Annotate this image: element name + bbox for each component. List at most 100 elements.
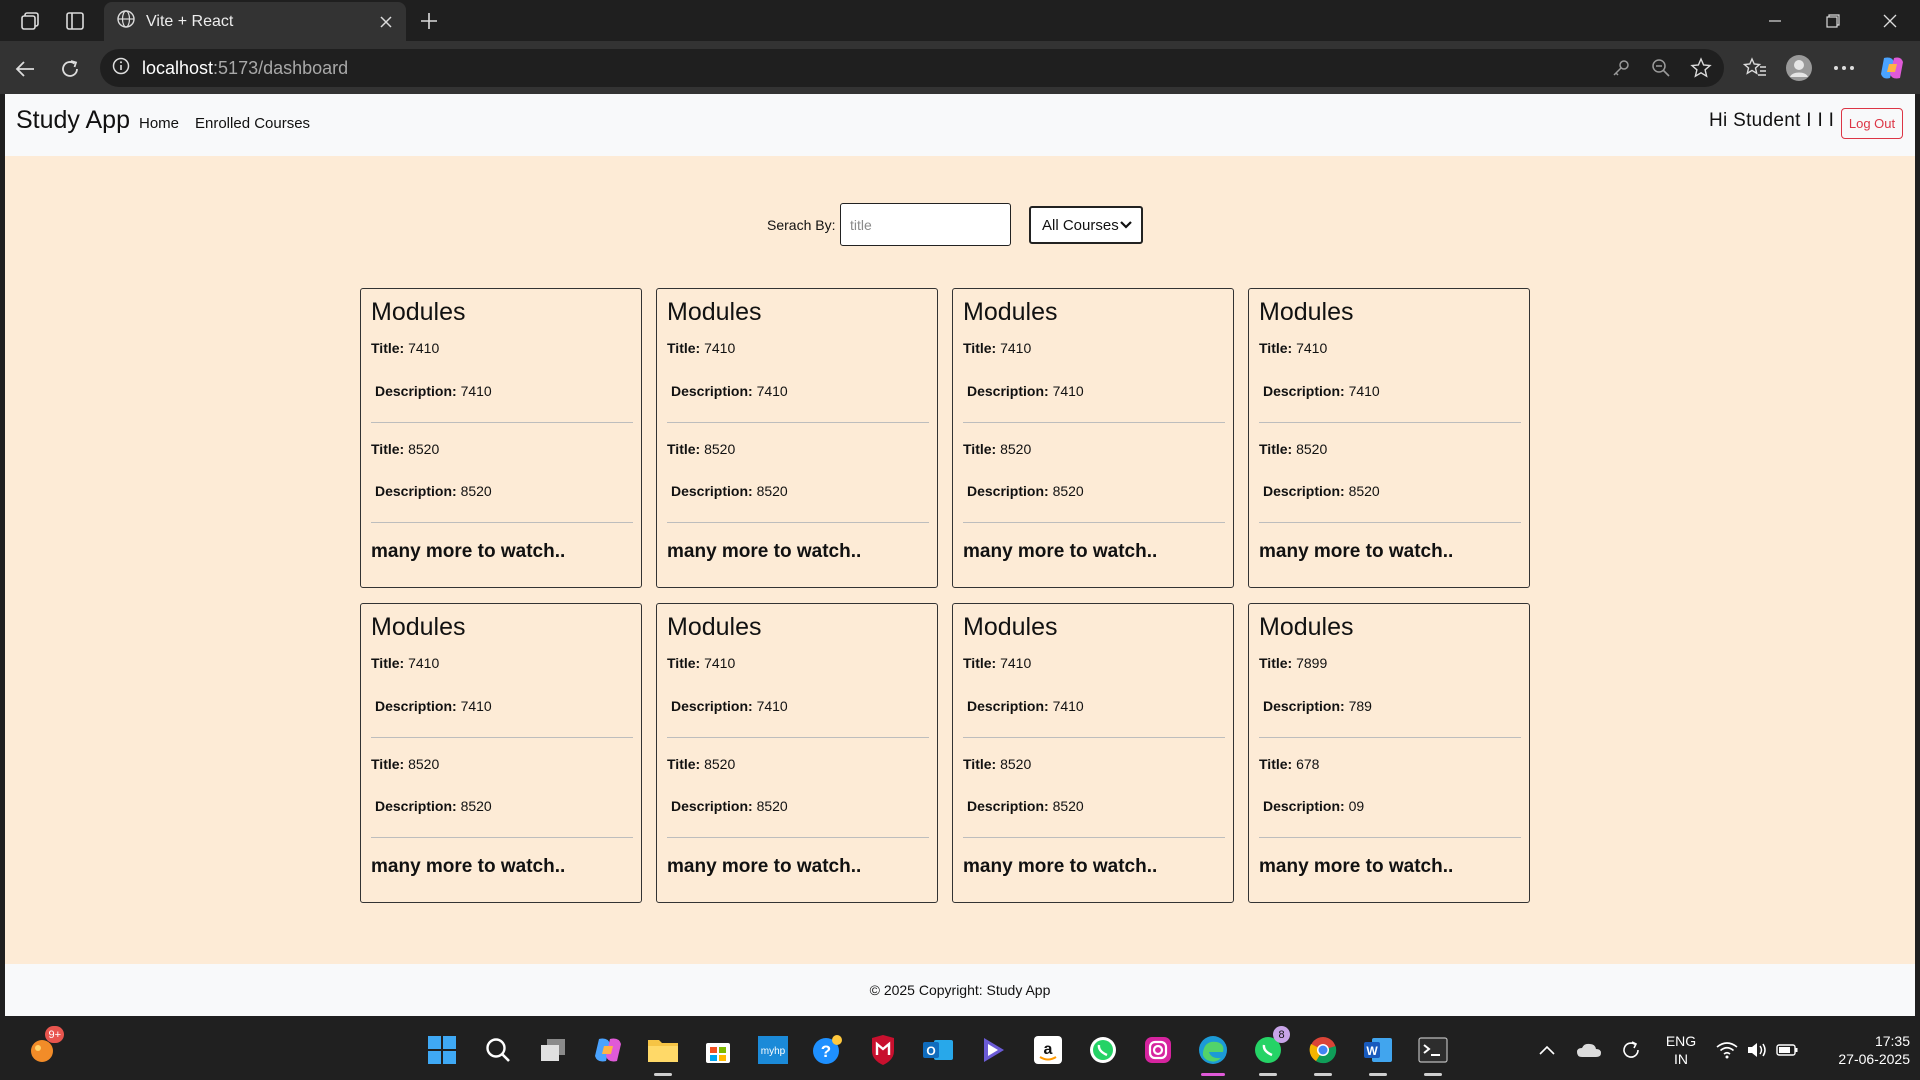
battery-icon[interactable]: [1773, 1032, 1801, 1068]
course-card: Modules Title: 7410 Description: 7410 Ti…: [656, 603, 938, 903]
chevron-down-icon: [1120, 221, 1132, 229]
module-description: Description: 8520: [671, 798, 788, 814]
wifi-icon[interactable]: [1713, 1032, 1741, 1068]
logout-button[interactable]: Log Out: [1841, 108, 1903, 139]
clock[interactable]: 17:35 27-06-2025: [1810, 1032, 1910, 1068]
module-title: Title: 8520: [667, 756, 736, 772]
card-heading: Modules: [1259, 298, 1354, 326]
more-to-watch-text: many more to watch..: [371, 856, 566, 877]
clock-date: 27-06-2025: [1838, 1051, 1910, 1067]
task-view-icon[interactable]: [535, 1032, 571, 1068]
vertical-tabs-icon[interactable]: [61, 8, 89, 34]
card-heading: Modules: [371, 298, 466, 326]
clock-time: 17:35: [1874, 1033, 1910, 1049]
brand-logo[interactable]: Study App: [16, 106, 130, 135]
course-filter-select[interactable]: All Courses: [1029, 206, 1143, 244]
sync-icon[interactable]: [1617, 1032, 1645, 1068]
close-window-icon[interactable]: [1862, 0, 1918, 41]
site-info-icon[interactable]: [112, 57, 130, 80]
outlook-icon[interactable]: O: [920, 1032, 956, 1068]
more-to-watch-text: many more to watch..: [667, 856, 862, 877]
terminal-icon[interactable]: [1415, 1032, 1451, 1076]
widgets-badge: 9+: [45, 1026, 64, 1043]
copilot-icon[interactable]: [1876, 52, 1908, 84]
profile-avatar-icon[interactable]: [1783, 52, 1815, 84]
more-to-watch-text: many more to watch..: [371, 541, 566, 562]
volume-icon[interactable]: [1743, 1032, 1771, 1068]
search-icon[interactable]: [480, 1032, 516, 1068]
module-description: Description: 789: [1263, 698, 1372, 714]
nav-link-enrolled-courses[interactable]: Enrolled Courses: [195, 115, 310, 132]
copilot-app-icon[interactable]: [590, 1032, 626, 1068]
more-options-icon[interactable]: [1828, 52, 1860, 84]
divider: [963, 737, 1225, 738]
module-description: Description: 7410: [671, 383, 788, 399]
card-heading: Modules: [667, 613, 762, 641]
user-greeting: Hi Student I I I: [1709, 110, 1835, 131]
chevron-up-icon[interactable]: [1535, 1032, 1559, 1068]
divider: [1259, 737, 1521, 738]
module-description: Description: 8520: [375, 798, 492, 814]
module-description: Description: 8520: [375, 483, 492, 499]
page-footer: © 2025 Copyright: Study App: [5, 964, 1915, 1016]
page-viewport: Study App Home Enrolled Courses Hi Stude…: [5, 94, 1915, 1016]
browser-tab[interactable]: Vite + React: [104, 2, 406, 41]
myhp-icon[interactable]: myhp: [755, 1032, 791, 1068]
module-description: Description: 7410: [375, 383, 492, 399]
input-language[interactable]: ENG IN: [1660, 1032, 1702, 1068]
favorites-icon[interactable]: [1739, 52, 1771, 84]
svg-text:a: a: [1044, 1041, 1053, 1058]
help-icon[interactable]: ?: [810, 1032, 846, 1068]
search-label: Serach By:: [767, 217, 836, 233]
address-bar[interactable]: localhost:5173/dashboard: [100, 49, 1724, 87]
new-tab-icon[interactable]: [414, 6, 444, 36]
workspaces-icon[interactable]: [16, 8, 44, 34]
active-indicator: [1201, 1073, 1225, 1076]
module-title: Title: 7410: [667, 340, 736, 356]
onedrive-icon[interactable]: [1575, 1032, 1603, 1068]
nav-link-home[interactable]: Home: [139, 115, 179, 132]
divider: [667, 522, 929, 523]
url-path: :5173/dashboard: [213, 57, 349, 78]
whatsapp-icon[interactable]: [1085, 1032, 1121, 1068]
widgets-icon[interactable]: 9+: [24, 1026, 64, 1068]
amazon-icon[interactable]: a: [1030, 1032, 1066, 1068]
file-explorer-icon[interactable]: [645, 1032, 681, 1076]
more-to-watch-text: many more to watch..: [1259, 541, 1454, 562]
module-description: Description: 8520: [1263, 483, 1380, 499]
module-title: Title: 7410: [667, 655, 736, 671]
search-input[interactable]: [840, 203, 1011, 246]
language-code: ENG: [1665, 1033, 1697, 1049]
course-card: Modules Title: 7410 Description: 7410 Ti…: [360, 603, 642, 903]
copyright-text: © 2025 Copyright: Study App: [869, 982, 1051, 998]
instagram-icon[interactable]: [1140, 1032, 1176, 1068]
microsoft-store-icon[interactable]: [700, 1032, 736, 1068]
edge-browser-icon[interactable]: [1195, 1032, 1231, 1076]
url-text[interactable]: localhost:5173/dashboard: [142, 58, 348, 79]
course-card: Modules Title: 7410 Description: 7410 Ti…: [952, 288, 1234, 588]
word-icon[interactable]: W: [1360, 1032, 1396, 1076]
close-tab-icon[interactable]: [376, 12, 396, 32]
chrome-icon[interactable]: [1305, 1032, 1341, 1076]
media-player-icon[interactable]: [975, 1032, 1011, 1068]
running-indicator: [1314, 1073, 1332, 1076]
key-icon[interactable]: [1608, 56, 1634, 80]
divider: [371, 737, 633, 738]
back-arrow-icon[interactable]: [10, 54, 40, 84]
course-card: Modules Title: 7410 Description: 7410 Ti…: [1248, 288, 1530, 588]
mcafee-icon[interactable]: [865, 1032, 901, 1068]
favorite-star-icon[interactable]: [1688, 56, 1714, 80]
start-windows-icon[interactable]: [424, 1032, 460, 1068]
url-host: localhost: [142, 57, 214, 78]
module-title: Title: 678: [1259, 756, 1320, 772]
module-description: Description: 09: [1263, 798, 1365, 814]
zoom-out-icon[interactable]: [1648, 56, 1674, 80]
whatsapp-business-icon[interactable]: 8: [1250, 1026, 1290, 1076]
running-indicator: [1424, 1073, 1442, 1076]
module-title: Title: 8520: [371, 441, 440, 457]
card-heading: Modules: [667, 298, 762, 326]
restore-icon[interactable]: [1805, 0, 1861, 41]
refresh-icon[interactable]: [55, 54, 85, 84]
more-to-watch-text: many more to watch..: [1259, 856, 1454, 877]
minimize-icon[interactable]: [1747, 0, 1803, 41]
